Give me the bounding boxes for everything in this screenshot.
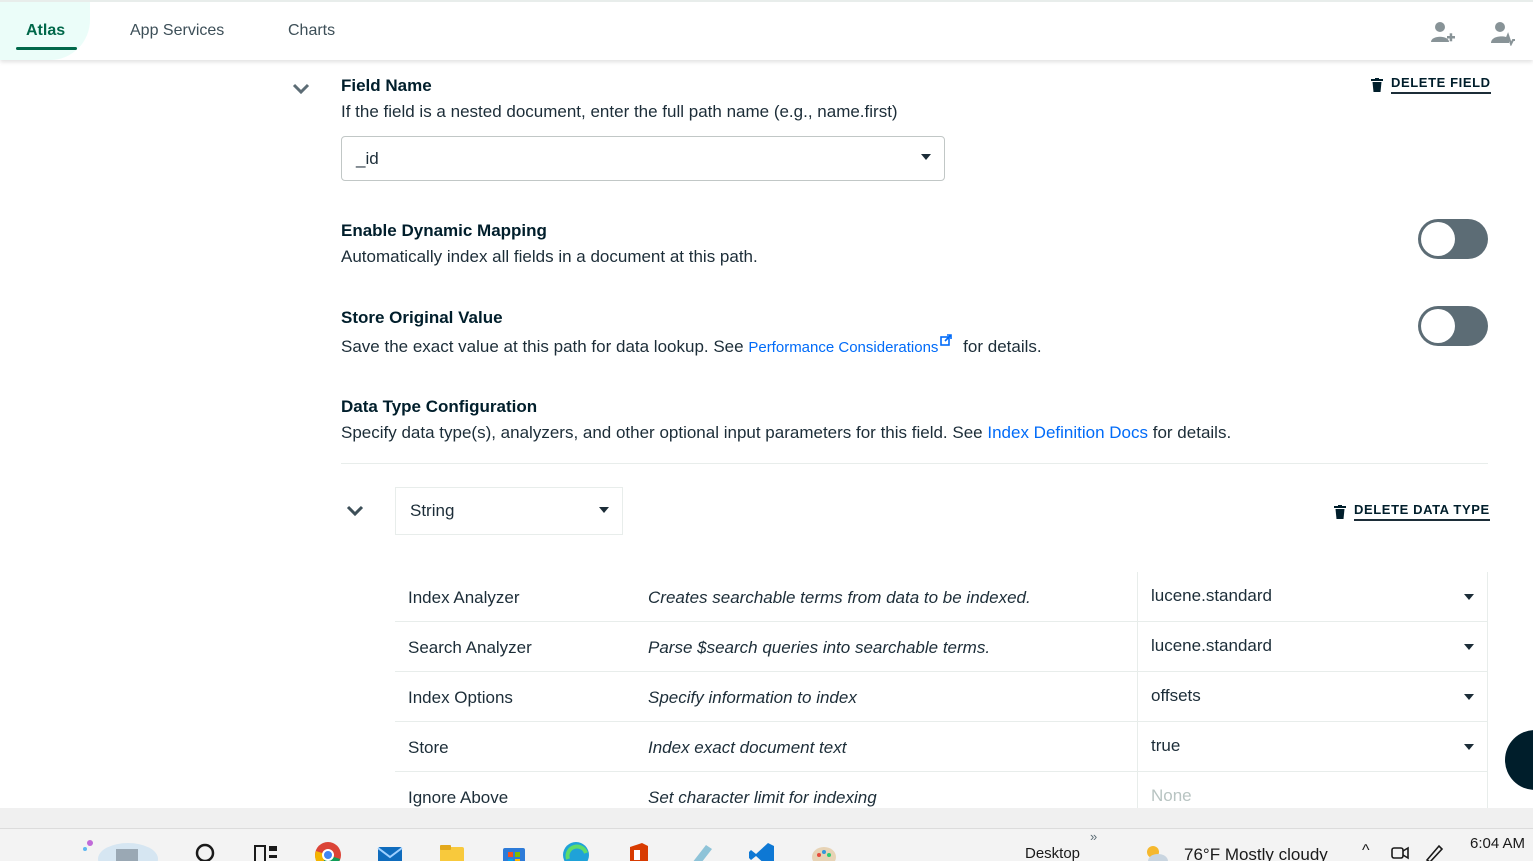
collapse-field-chevron-icon[interactable] [292,82,310,96]
top-nav: Atlas App Services Charts [0,0,1533,60]
weather-text[interactable]: 76°F Mostly cloudy [1184,845,1328,861]
option-description: Parse $search queries into searchable te… [648,638,991,657]
office-icon[interactable] [624,841,652,861]
mail-icon[interactable] [376,841,404,861]
store-icon[interactable] [500,841,528,861]
data-type-config-title: Data Type Configuration [341,397,538,416]
caret-down-icon [599,507,609,513]
index-options-select[interactable]: offsets [1137,672,1487,722]
delete-field-label: DELETE FIELD [1391,75,1491,94]
toggle-knob [1421,222,1455,256]
tab-charts[interactable]: Charts [288,22,335,40]
edge-icon[interactable] [562,841,590,861]
widgets-icon[interactable] [80,835,160,861]
trash-icon [1371,77,1383,92]
caret-down-icon [1464,594,1474,600]
field-name-description: If the field is a nested document, enter… [341,102,898,121]
store-original-toggle[interactable] [1418,306,1488,346]
dynamic-mapping-description: Automatically index all fields in a docu… [341,247,758,266]
file-explorer-icon[interactable] [438,841,466,861]
add-user-icon[interactable] [1430,20,1456,46]
field-name-select[interactable]: _id [341,136,945,181]
delete-data-type-button[interactable]: DELETE DATA TYPE [1334,502,1490,521]
trash-icon [1334,504,1346,519]
data-type-select[interactable]: String [395,487,623,535]
user-activity-icon[interactable] [1489,20,1515,46]
task-view-icon[interactable] [252,841,280,861]
field-mapping-panel: Field Name If the field is a nested docu… [0,60,1533,808]
toggle-knob [1421,309,1455,343]
option-description: Specify information to index [648,688,857,707]
table-row-ignore-above: Ignore Above Set character limit for ind… [395,772,1488,808]
table-row-store: Store Index exact document text true [395,722,1488,772]
tab-app-services[interactable]: App Services [130,22,224,40]
windows-taskbar: Desktop » 76°F Mostly cloudy ^ 6:04 AM [0,828,1533,861]
ignore-above-placeholder: None [1151,786,1192,805]
option-description: Set character limit for indexing [648,788,877,807]
store-original-title: Store Original Value [341,308,503,327]
weather-cloudy-icon [1147,846,1168,861]
data-type-desc-post: for details. [1152,423,1232,442]
data-type-value: String [410,501,455,520]
paint-icon[interactable] [810,841,838,861]
option-description: Creates searchable terms from data to be… [648,588,1031,607]
external-link-icon [940,334,953,346]
meet-now-icon[interactable] [1390,843,1410,861]
delete-field-button[interactable]: DELETE FIELD [1371,75,1491,94]
field-name-value: _id [356,148,379,168]
store-select[interactable]: true [1137,722,1487,772]
desktop-label[interactable]: Desktop [1025,845,1080,861]
toolbar-chevron-icon[interactable]: » [1090,829,1097,844]
collapse-data-type-chevron-icon[interactable] [346,504,364,518]
caret-down-icon [1464,694,1474,700]
option-description: Index exact document text [648,738,847,757]
chrome-icon[interactable] [314,841,342,861]
dynamic-mapping-title: Enable Dynamic Mapping [341,221,547,240]
search-analyzer-select[interactable]: lucene.standard [1137,622,1487,672]
tab-atlas[interactable]: Atlas [26,22,65,40]
option-name: Store [408,738,449,757]
table-row-index-analyzer: Index Analyzer Creates searchable terms … [395,572,1488,622]
option-value: lucene.standard [1151,636,1272,655]
option-value: offsets [1151,686,1201,705]
table-row-search-analyzer: Search Analyzer Parse $search queries in… [395,622,1488,672]
clock-time[interactable]: 6:04 AM [1470,835,1525,852]
data-type-config-description: Specify data type(s), analyzers, and oth… [341,423,1231,443]
option-name: Index Analyzer [408,588,520,607]
store-original-desc-post: for details. [963,337,1042,356]
index-definition-docs-link[interactable]: Index Definition Docs [987,423,1148,442]
caret-down-icon [1464,644,1474,650]
index-analyzer-select[interactable]: lucene.standard [1137,572,1487,622]
data-type-desc-pre: Specify data type(s), analyzers, and oth… [341,423,983,442]
option-name: Index Options [408,688,513,707]
store-original-desc-pre: Save the exact value at this path for da… [341,337,744,356]
notepad-icon[interactable] [686,841,714,861]
dynamic-mapping-toggle[interactable] [1418,219,1488,259]
caret-down-icon [1464,744,1474,750]
active-tab-underline [16,47,77,50]
caret-down-icon [921,154,931,160]
store-original-description: Save the exact value at this path for da… [341,334,1042,357]
chat-support-button[interactable] [1505,730,1533,790]
field-name-title: Field Name [341,76,432,95]
section-divider [341,463,1488,464]
option-name: Ignore Above [408,788,509,807]
option-value: true [1151,736,1181,755]
ignore-above-input[interactable]: None [1137,772,1487,808]
option-name: Search Analyzer [408,638,532,657]
performance-considerations-link[interactable]: Performance Considerations [748,339,938,356]
vscode-icon[interactable] [748,841,776,861]
tray-overflow-icon[interactable]: ^ [1362,842,1370,860]
option-value: lucene.standard [1151,586,1272,605]
pen-icon[interactable] [1424,843,1444,861]
delete-data-type-label: DELETE DATA TYPE [1354,502,1490,521]
table-row-index-options: Index Options Specify information to ind… [395,672,1488,722]
window-bottom-strip [0,808,1533,828]
search-icon[interactable] [193,841,221,861]
